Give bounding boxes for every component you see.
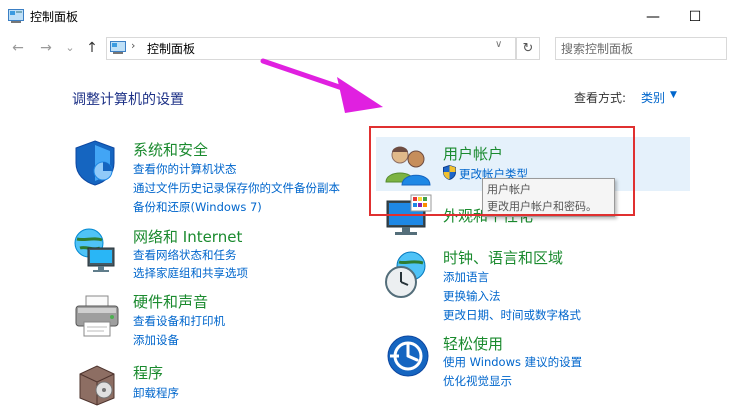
maximize-button[interactable]: ☐ [672,4,718,30]
ease-of-access-icon [387,335,429,377]
category-title-clock-language-region[interactable]: 时钟、语言和区域 [443,247,563,268]
link-add-language[interactable]: 添加语言 [443,269,489,285]
annotation-arrow-icon [260,58,383,113]
view-by-caret-icon[interactable]: ▼ [670,90,677,100]
control-panel-app-icon [8,9,24,23]
search-placeholder: 搜索控制面板 [561,42,634,56]
printer-icon [75,295,119,337]
network-globe-icon [74,228,115,272]
link-devices-printers[interactable]: 查看设备和打印机 [133,313,225,329]
link-change-date-time-format[interactable]: 更改日期、时间或数字格式 [443,307,581,323]
link-homegroup-sharing[interactable]: 选择家庭组和共享选项 [133,265,248,281]
minimize-button[interactable]: — [630,4,676,30]
address-dropdown-button[interactable]: ∨ [495,39,502,50]
link-uninstall-program[interactable]: 卸载程序 [133,385,179,401]
link-windows-suggested-settings[interactable]: 使用 Windows 建议的设置 [443,354,582,370]
category-title-programs[interactable]: 程序 [133,362,163,383]
up-button[interactable]: ↑ [82,38,102,58]
link-file-history-backup[interactable]: 通过文件历史记录保存你的文件备份副本 [133,180,340,196]
category-title-hardware-sound[interactable]: 硬件和声音 [133,291,208,312]
window-title: 控制面板 [30,10,79,24]
programs-box-icon [79,365,115,406]
annotation-red-box [369,126,635,216]
category-title-system-security[interactable]: 系统和安全 [133,139,208,160]
back-button[interactable]: ← [8,38,28,58]
security-shield-icon [75,140,115,186]
link-add-device[interactable]: 添加设备 [133,332,179,348]
recent-locations-button[interactable]: ⌄ [60,38,80,58]
view-by-dropdown[interactable]: 类别 [641,89,665,106]
forward-button[interactable]: → [36,38,56,58]
control-panel-icon [110,41,126,54]
clock-globe-icon [385,251,426,298]
link-backup-restore-win7[interactable]: 备份和还原(Windows 7) [133,199,262,215]
link-view-computer-status[interactable]: 查看你的计算机状态 [133,161,237,177]
refresh-button[interactable]: ↻ [516,37,540,60]
category-title-ease-of-access[interactable]: 轻松使用 [443,333,503,354]
link-view-network-status[interactable]: 查看网络状态和任务 [133,247,237,263]
link-optimize-visual-display[interactable]: 优化视觉显示 [443,373,512,389]
link-change-input-method[interactable]: 更换输入法 [443,288,501,304]
page-heading: 调整计算机的设置 [72,92,184,108]
breadcrumb-control-panel[interactable]: 控制面板 [147,40,195,57]
title-bar [0,0,730,34]
view-by-label: 查看方式: [574,91,627,105]
category-title-network-internet[interactable]: 网络和 Internet [133,226,242,247]
breadcrumb-separator: › [131,39,136,52]
